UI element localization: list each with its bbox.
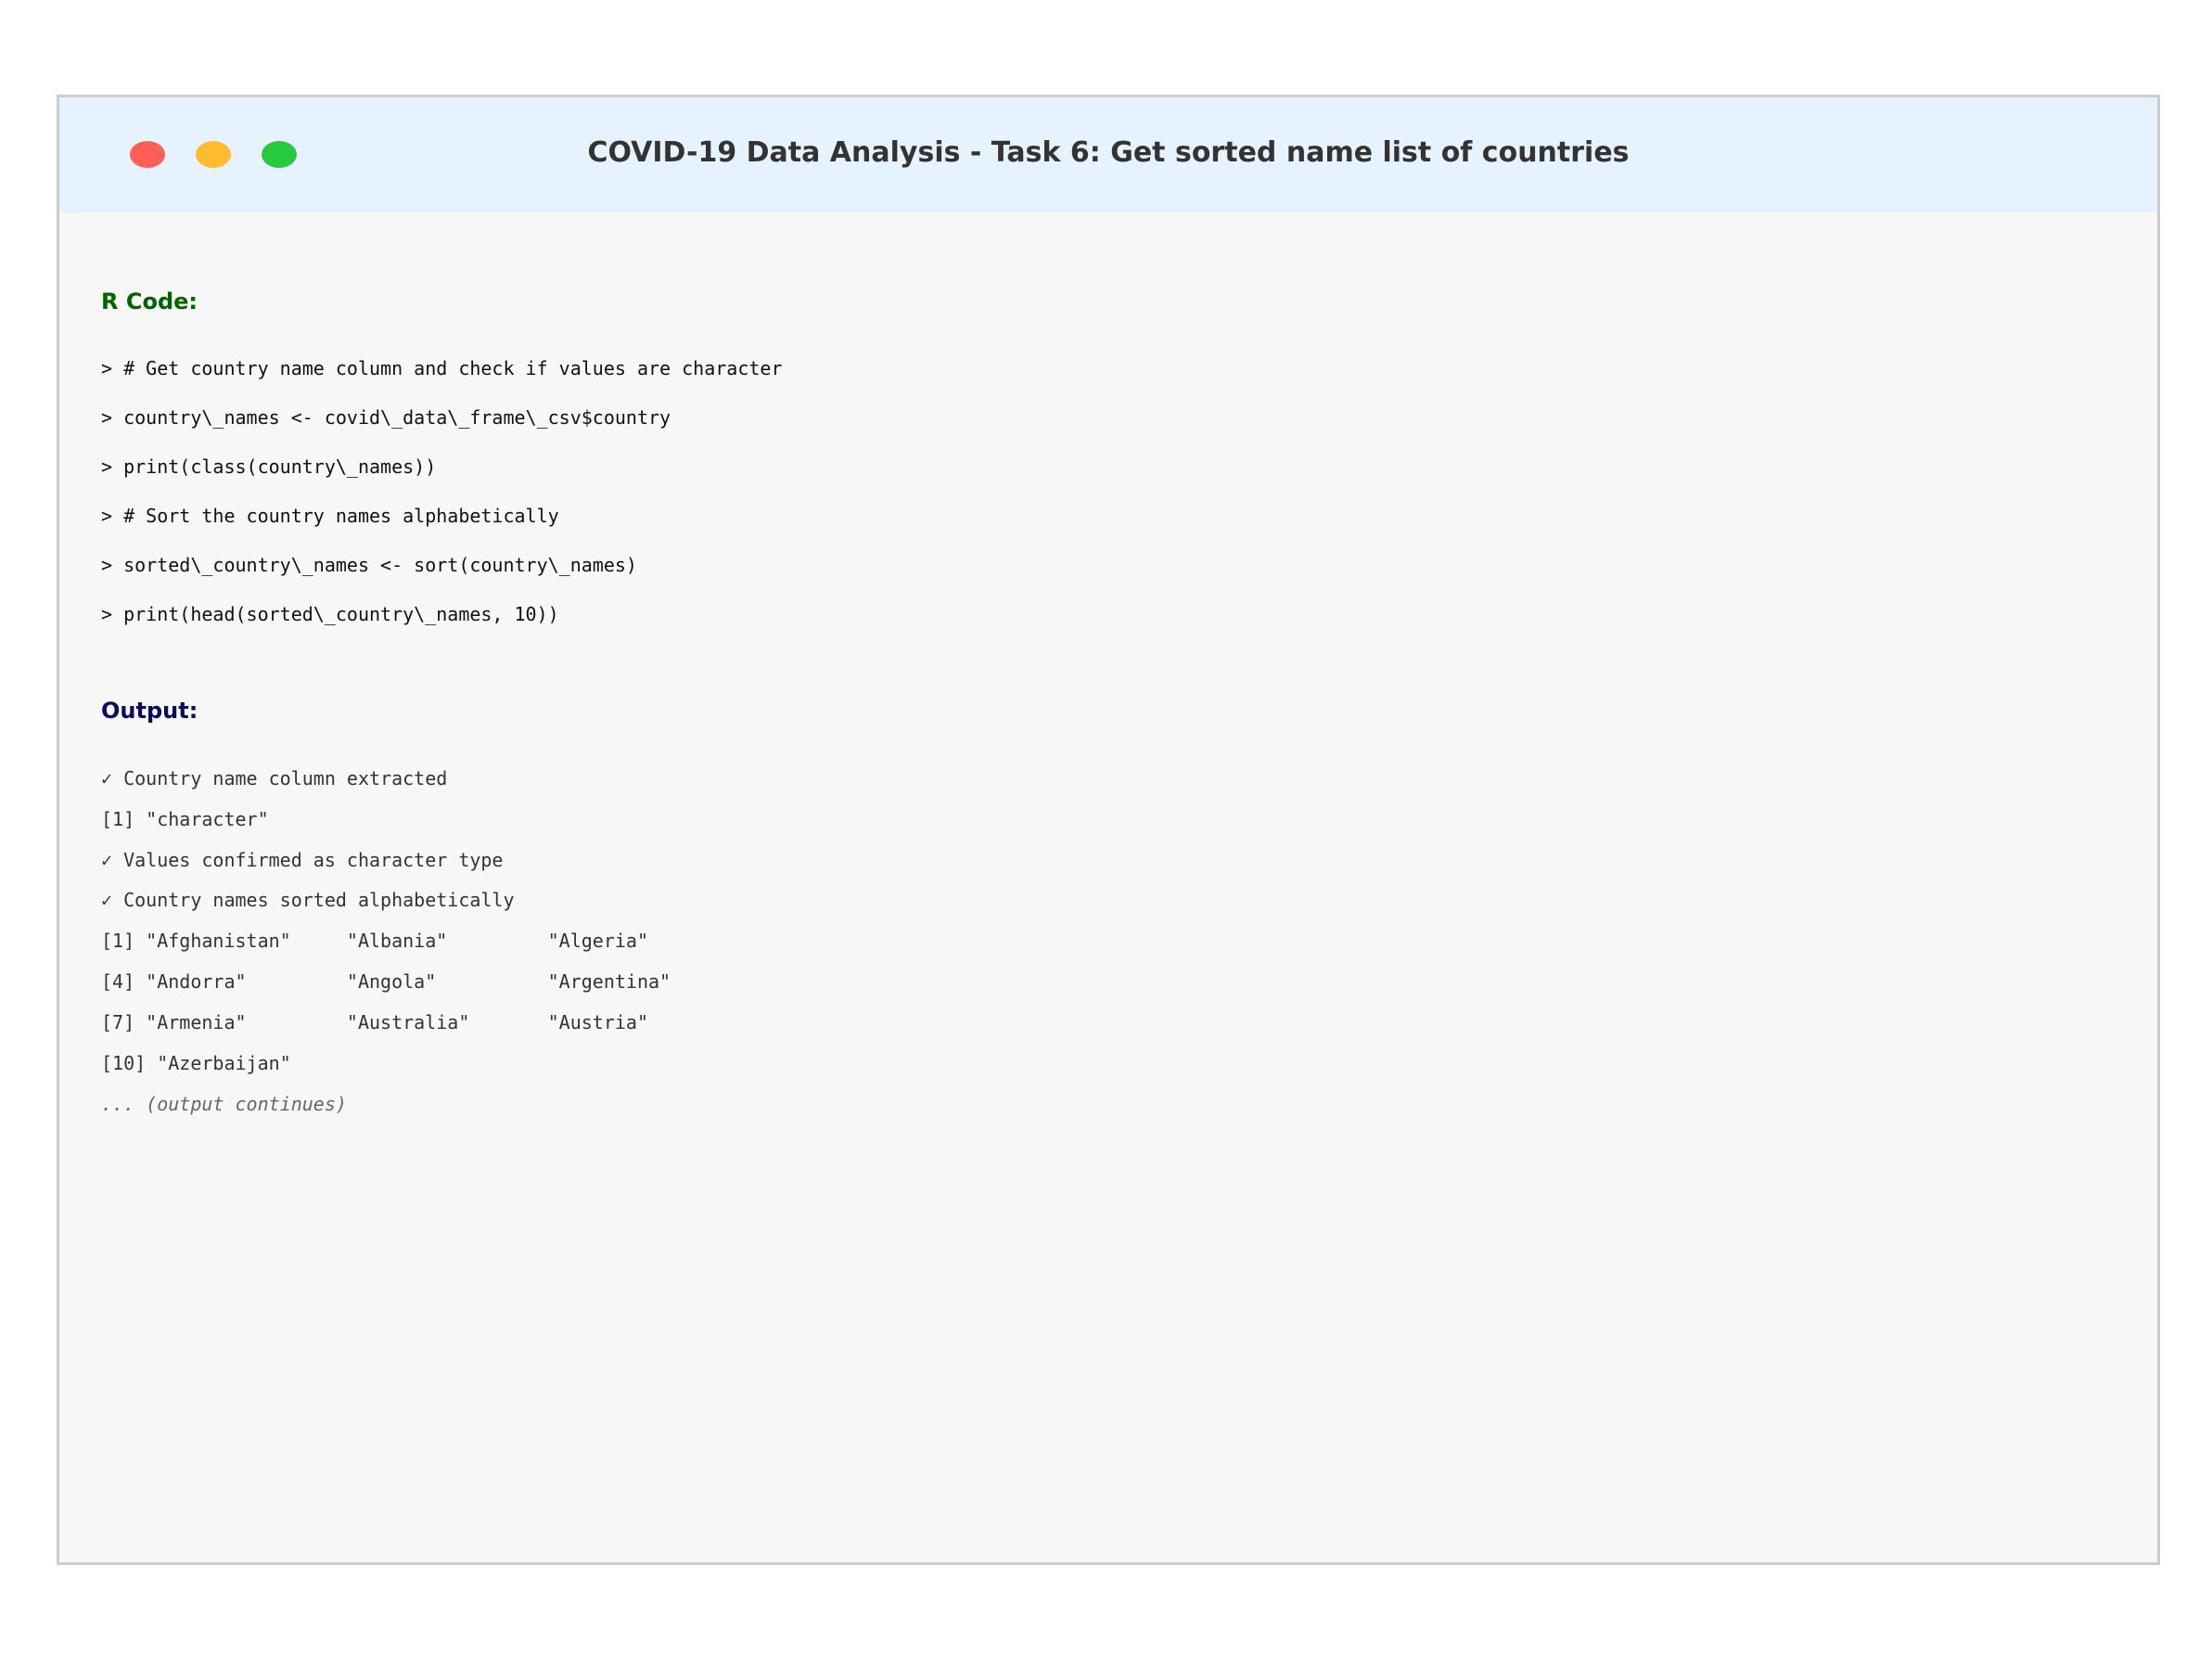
r-code-label: R Code: [101, 289, 198, 315]
output-line: ✓ Values confirmed as character type [101, 849, 504, 871]
code-line: > print(head(sorted\_country\_names, 10)… [101, 603, 559, 625]
code-line: > sorted\_country\_names <- sort(country… [101, 554, 637, 576]
code-line: > # Get country name column and check if… [101, 357, 783, 379]
output-continuation-note: ... (output continues) [101, 1093, 347, 1115]
output-line: [7] "Armenia" "Australia" "Austria" [101, 1011, 649, 1033]
output-line: [4] "Andorra" "Angola" "Argentina" [101, 970, 671, 993]
title-bar: COVID-19 Data Analysis - Task 6: Get sor… [59, 97, 2157, 212]
code-line: > country\_names <- covid\_data\_frame\_… [101, 406, 671, 429]
code-line: > print(class(country\_names)) [101, 456, 437, 478]
output-label: Output: [101, 698, 198, 724]
window-title: COVID-19 Data Analysis - Task 6: Get sor… [587, 136, 1630, 169]
code-line: > # Sort the country names alphabeticall… [101, 505, 559, 527]
output-line: ✓ Country names sorted alphabetically [101, 889, 515, 911]
output-line: [10] "Azerbaijan" [101, 1052, 291, 1074]
output-line: [1] "character" [101, 808, 269, 830]
output-line: [1] "Afghanistan" "Albania" "Algeria" [101, 930, 649, 952]
terminal-window: COVID-19 Data Analysis - Task 6: Get sor… [57, 95, 2160, 1565]
output-line: ✓ Country name column extracted [101, 767, 448, 789]
